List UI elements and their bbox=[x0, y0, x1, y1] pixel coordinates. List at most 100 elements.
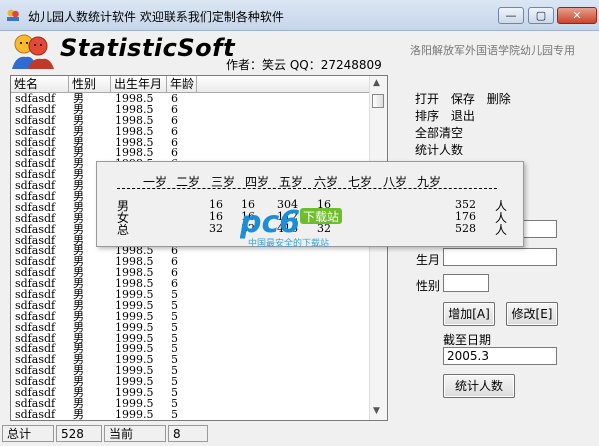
cell-name: sdfasdf bbox=[15, 397, 56, 409]
cell-gender: 男 bbox=[73, 387, 84, 398]
cutoff-date-field[interactable]: 2005.3 bbox=[443, 347, 557, 365]
app-icon bbox=[7, 9, 19, 21]
author-info: 作者：笑云 QQ：27248809 bbox=[226, 58, 382, 72]
cell-gender: 男 bbox=[73, 321, 84, 333]
cell-birth: 1998.5 bbox=[115, 103, 154, 115]
birth-field[interactable] bbox=[443, 248, 557, 266]
cell-name: sdfasdf bbox=[15, 180, 56, 192]
table-row[interactable]: sdfasdf 男 1998.5 6 bbox=[11, 267, 371, 278]
table-row[interactable]: sdfasdf 男 1998.5 6 bbox=[11, 93, 371, 104]
cell-gender: 男 bbox=[73, 354, 84, 366]
gender-field[interactable] bbox=[443, 274, 489, 292]
column-header-name[interactable]: 姓名 bbox=[11, 76, 69, 92]
cell-age: 5 bbox=[171, 343, 178, 355]
cell-name: sdfasdf bbox=[15, 267, 56, 279]
menu-line-2: 排序 退出 bbox=[415, 107, 483, 124]
cell-birth: 1998.5 bbox=[115, 245, 154, 257]
cell-name: sdfasdf bbox=[15, 103, 56, 115]
cell-gender: 男 bbox=[73, 256, 84, 268]
title-bar: 幼儿园人数统计软件 欢迎联系我们定制各种软件 — ▢ ✕ bbox=[0, 0, 599, 31]
minimize-button[interactable]: — bbox=[498, 7, 524, 24]
column-header-age[interactable]: 年龄 bbox=[167, 76, 197, 92]
list-header: 姓名 性别 出生年月 年龄 bbox=[11, 76, 371, 93]
cell-gender: 男 bbox=[73, 408, 84, 420]
cell-birth: 1998.5 bbox=[115, 147, 154, 159]
table-row[interactable]: sdfasdf 男 1999.5 5 bbox=[11, 322, 371, 333]
cell-gender: 男 bbox=[73, 93, 84, 104]
clear-all-menu-item[interactable]: 全部清空 bbox=[415, 124, 463, 141]
cell-birth: 1998.5 bbox=[115, 125, 154, 137]
table-row[interactable]: sdfasdf 男 1998.5 6 bbox=[11, 115, 371, 126]
current-value: 8 bbox=[168, 425, 208, 442]
cell-gender: 男 bbox=[73, 125, 84, 137]
sort-menu-item[interactable]: 排序 bbox=[415, 109, 439, 123]
cell-name: sdfasdf bbox=[15, 245, 56, 257]
add-button[interactable]: 增加[A] bbox=[443, 302, 495, 326]
cell-age: 6 bbox=[171, 136, 178, 148]
school-name: 洛阳解放军外国语学院幼儿园专用 bbox=[410, 44, 575, 57]
delete-menu-item[interactable]: 删除 bbox=[487, 92, 511, 106]
cell-birth: 1999.5 bbox=[115, 365, 154, 377]
cell-birth: 1999.5 bbox=[115, 321, 154, 333]
table-row[interactable]: sdfasdf 男 1998.5 6 bbox=[11, 147, 371, 159]
column-header-gender[interactable]: 性别 bbox=[69, 76, 111, 92]
cell-name: sdfasdf bbox=[15, 321, 56, 333]
close-button[interactable]: ✕ bbox=[557, 7, 597, 24]
watermark-suffix: 下载站 bbox=[303, 210, 339, 224]
table-row[interactable]: sdfasdf 男 1998.5 6 bbox=[11, 278, 371, 289]
table-row[interactable]: sdfasdf 男 1999.5 5 bbox=[11, 365, 371, 376]
scroll-down-icon[interactable]: ▼ bbox=[373, 406, 380, 416]
cell-gender: 男 bbox=[73, 278, 84, 290]
cell-birth: 1998.5 bbox=[115, 278, 154, 290]
table-row[interactable]: sdfasdf 男 1999.5 5 bbox=[11, 387, 371, 398]
cell-gender: 男 bbox=[73, 147, 84, 159]
cell-name: sdfasdf bbox=[15, 169, 56, 181]
column-header-birth[interactable]: 出生年月 bbox=[111, 76, 167, 92]
cell-birth: 1999.5 bbox=[115, 299, 154, 311]
table-row[interactable]: sdfasdf 男 1999.5 5 bbox=[11, 300, 371, 311]
cell-age: 6 bbox=[171, 125, 178, 137]
table-row[interactable]: sdfasdf 男 1999.5 5 bbox=[11, 398, 371, 409]
window-title: 幼儿园人数统计软件 欢迎联系我们定制各种软件 bbox=[28, 10, 284, 24]
logo-faces-icon bbox=[12, 34, 54, 69]
cell-name: sdfasdf bbox=[15, 147, 56, 159]
save-menu-item[interactable]: 保存 bbox=[451, 92, 475, 106]
open-menu-item[interactable]: 打开 bbox=[415, 92, 439, 106]
cell-age: 6 bbox=[171, 267, 178, 279]
table-row[interactable]: sdfasdf 男 1999.5 5 bbox=[11, 354, 371, 365]
cell-gender: 男 bbox=[73, 245, 84, 257]
table-row[interactable]: sdfasdf 男 1999.5 5 bbox=[11, 376, 371, 387]
cell-gender: 男 bbox=[73, 299, 84, 311]
cell-age: 6 bbox=[171, 256, 178, 268]
menu-line-1: 打开 保存 删除 bbox=[415, 90, 519, 107]
table-row[interactable]: sdfasdf 男 1998.5 6 bbox=[11, 104, 371, 115]
cell-name: sdfasdf bbox=[15, 125, 56, 137]
watermark-brand: pc6 bbox=[240, 205, 300, 240]
cell-birth: 1999.5 bbox=[115, 387, 154, 398]
table-row[interactable]: sdfasdf 男 1999.5 5 bbox=[11, 311, 371, 322]
scroll-thumb[interactable] bbox=[372, 94, 384, 108]
cell-name: sdfasdf bbox=[15, 365, 56, 377]
maximize-button[interactable]: ▢ bbox=[528, 7, 554, 24]
table-row[interactable]: sdfasdf 男 1998.5 6 bbox=[11, 137, 371, 148]
cell-birth: 1998.5 bbox=[115, 93, 154, 104]
table-row[interactable]: sdfasdf 男 1999.5 5 bbox=[11, 289, 371, 300]
count-button[interactable]: 统计人数 bbox=[443, 374, 515, 398]
cell-birth: 1999.5 bbox=[115, 354, 154, 366]
table-row[interactable]: sdfasdf 男 1999.5 5 bbox=[11, 343, 371, 355]
edit-button[interactable]: 修改[E] bbox=[506, 302, 558, 326]
cell-birth: 1999.5 bbox=[115, 343, 154, 355]
popup-total: 528 bbox=[455, 222, 476, 235]
scroll-up-icon[interactable]: ▲ bbox=[373, 78, 380, 88]
table-row[interactable]: sdfasdf 男 1998.5 6 bbox=[11, 126, 371, 137]
cell-birth: 1999.5 bbox=[115, 397, 154, 409]
exit-menu-item[interactable]: 退出 bbox=[451, 109, 475, 123]
cell-gender: 男 bbox=[73, 397, 84, 409]
table-row[interactable]: sdfasdf 男 1999.5 5 bbox=[11, 409, 371, 420]
birth-label: 生月 bbox=[416, 253, 441, 267]
total-value: 528 bbox=[56, 425, 102, 442]
cell-birth: 1998.5 bbox=[115, 267, 154, 279]
count-menu-item[interactable]: 统计人数 bbox=[415, 141, 463, 158]
table-row[interactable]: sdfasdf 男 1998.5 6 bbox=[11, 256, 371, 267]
table-row[interactable]: sdfasdf 男 1999.5 5 bbox=[11, 333, 371, 344]
